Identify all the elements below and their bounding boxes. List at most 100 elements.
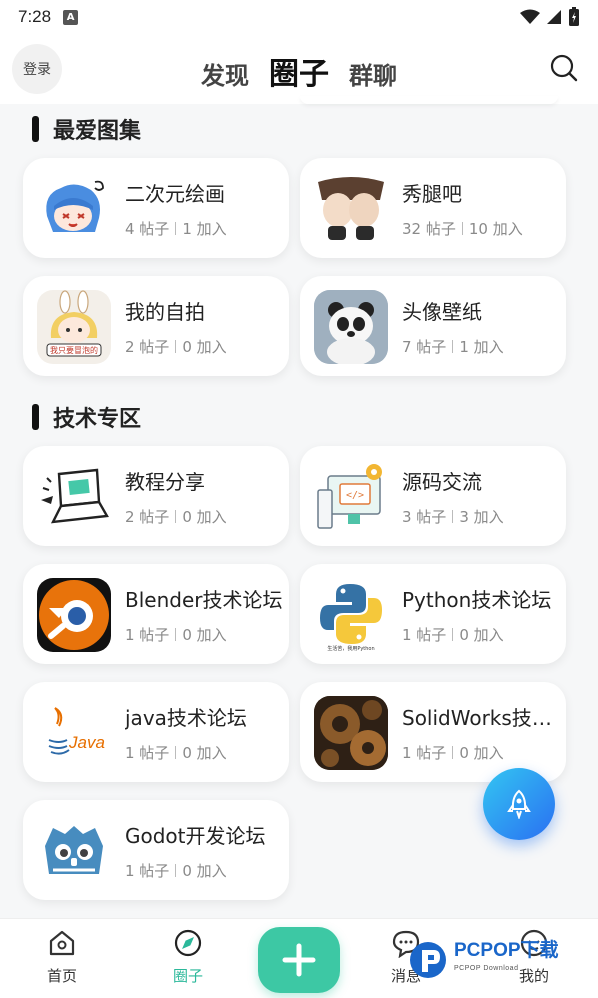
sticker-text: 我只要冒泡的 xyxy=(50,345,98,355)
divider xyxy=(452,628,454,641)
circle-name: Python技术论坛 xyxy=(402,588,552,612)
top-header: 登录 发现 圈子 群聊 xyxy=(0,34,598,104)
legs-thumb xyxy=(314,172,388,246)
section-title-tech: 技术专区 xyxy=(32,401,141,433)
circle-name: Godot开发论坛 xyxy=(125,824,266,848)
home-icon xyxy=(49,930,75,956)
wifi-icon xyxy=(520,9,540,24)
circle-card-godot[interactable]: Godot开发论坛 1 帖子 0 加入 xyxy=(23,800,289,900)
post-count: 4 帖子 xyxy=(125,220,170,238)
godot-logo-icon xyxy=(37,814,111,888)
watermark-sub: PCPOP Download xyxy=(454,965,519,972)
login-button[interactable]: 登录 xyxy=(12,44,62,94)
circle-meta: 1 帖子 0 加入 xyxy=(402,624,504,645)
status-icons xyxy=(520,7,580,27)
join-count: 0 加入 xyxy=(459,744,504,762)
circle-meta: 1 帖子 0 加入 xyxy=(402,742,504,763)
post-count: 1 帖子 xyxy=(125,862,170,880)
circle-card-solidworks[interactable]: SolidWorks技术论坛 1 帖子 0 加入 xyxy=(300,682,566,782)
circle-card-tutorials[interactable]: 教程分享 2 帖子 0 加入 xyxy=(23,446,289,546)
java-wordmark: Java xyxy=(68,733,105,752)
divider xyxy=(175,746,177,759)
circle-name: 源码交流 xyxy=(402,470,482,494)
post-count: 7 帖子 xyxy=(402,338,447,356)
previous-card-edge xyxy=(300,96,558,104)
pcpop-logo-icon xyxy=(410,942,446,978)
circle-card-legs[interactable]: 秀腿吧 32 帖子 10 加入 xyxy=(300,158,566,258)
section-title-text: 最爱图集 xyxy=(53,119,142,144)
panda-thumb xyxy=(314,290,388,364)
circle-meta: 3 帖子 3 加入 xyxy=(402,506,504,527)
divider xyxy=(175,510,177,523)
post-count: 2 帖子 xyxy=(125,338,170,356)
join-count: 3 加入 xyxy=(459,508,504,526)
nav-circle[interactable]: 圈子 xyxy=(148,927,228,986)
circle-meta: 4 帖子 1 加入 xyxy=(125,218,227,239)
tab-group-chat[interactable]: 群聊 xyxy=(349,56,397,91)
nav-home-label: 首页 xyxy=(46,967,77,985)
divider xyxy=(175,222,177,235)
post-count: 1 帖子 xyxy=(125,626,170,644)
blender-logo-icon xyxy=(37,578,111,652)
join-count: 0 加入 xyxy=(182,626,227,644)
divider xyxy=(452,746,454,759)
circle-card-blender[interactable]: Blender技术论坛 1 帖子 0 加入 xyxy=(23,564,289,664)
circle-card-avatar-wallpaper[interactable]: 头像壁纸 7 帖子 1 加入 xyxy=(300,276,566,376)
signal-icon xyxy=(547,10,561,24)
circle-meta: 1 帖子 0 加入 xyxy=(125,742,227,763)
circle-name: 头像壁纸 xyxy=(402,300,482,324)
post-count: 1 帖子 xyxy=(402,626,447,644)
circle-meta: 1 帖子 0 加入 xyxy=(125,624,227,645)
circle-name: 我的自拍 xyxy=(125,300,205,324)
plus-icon xyxy=(282,943,316,977)
compass-icon xyxy=(174,929,202,957)
section-marker xyxy=(32,116,39,142)
divider xyxy=(175,628,177,641)
gears-thumb xyxy=(314,696,388,770)
anime-girl-thumb xyxy=(37,172,111,246)
circle-name: Blender技术论坛 xyxy=(125,588,283,612)
circle-meta: 2 帖子 0 加入 xyxy=(125,506,227,527)
circle-name: 秀腿吧 xyxy=(402,182,462,206)
java-logo-icon: Java xyxy=(37,696,111,770)
circle-card-java[interactable]: Java java技术论坛 1 帖子 0 加入 xyxy=(23,682,289,782)
join-count: 1 加入 xyxy=(182,220,227,238)
circle-card-python[interactable]: 生活苦，我用Python Python技术论坛 1 帖子 0 加入 xyxy=(300,564,566,664)
rocket-fab-button[interactable] xyxy=(483,768,555,840)
python-caption: 生活苦，我用Python xyxy=(327,645,374,652)
section-title-favorites: 最爱图集 xyxy=(32,113,141,145)
circle-name: SolidWorks技术论坛 xyxy=(402,706,560,730)
divider xyxy=(175,864,177,877)
divider xyxy=(452,340,454,353)
join-count: 0 加入 xyxy=(182,338,227,356)
circle-meta: 1 帖子 0 加入 xyxy=(125,860,227,881)
divider xyxy=(452,510,454,523)
watermark-text: PCPOP下载 PCPOP Download xyxy=(454,941,559,978)
notification-icon: A xyxy=(63,9,79,25)
join-count: 0 加入 xyxy=(182,508,227,526)
status-time: 7:28 xyxy=(18,7,52,26)
nav-circle-label: 圈子 xyxy=(172,967,203,985)
post-count: 1 帖子 xyxy=(402,744,447,762)
rocket-icon xyxy=(507,789,531,819)
join-count: 1 加入 xyxy=(459,338,504,356)
join-count: 0 加入 xyxy=(459,626,504,644)
join-count: 10 加入 xyxy=(468,220,523,238)
section-marker xyxy=(32,404,39,430)
tab-discover[interactable]: 发现 xyxy=(201,56,249,91)
post-count: 32 帖子 xyxy=(402,220,456,238)
svg-text:</>: </> xyxy=(346,490,364,501)
join-count: 0 加入 xyxy=(182,862,227,880)
circle-meta: 7 帖子 1 加入 xyxy=(402,336,504,357)
circle-card-source-code[interactable]: </> 源码交流 3 帖子 3 加入 xyxy=(300,446,566,546)
monitor-code-icon: </> xyxy=(314,460,388,534)
circle-card-anime-drawing[interactable]: 二次元绘画 4 帖子 1 加入 xyxy=(23,158,289,258)
join-count: 0 加入 xyxy=(182,744,227,762)
laptop-icon xyxy=(37,460,111,534)
add-post-button[interactable] xyxy=(258,927,340,993)
tab-circle[interactable]: 圈子 xyxy=(269,49,329,93)
search-icon[interactable] xyxy=(550,54,578,82)
circle-card-selfie[interactable]: 我只要冒泡的 我的自拍 2 帖子 0 加入 xyxy=(23,276,289,376)
nav-home[interactable]: 首页 xyxy=(22,927,102,986)
post-count: 1 帖子 xyxy=(125,744,170,762)
